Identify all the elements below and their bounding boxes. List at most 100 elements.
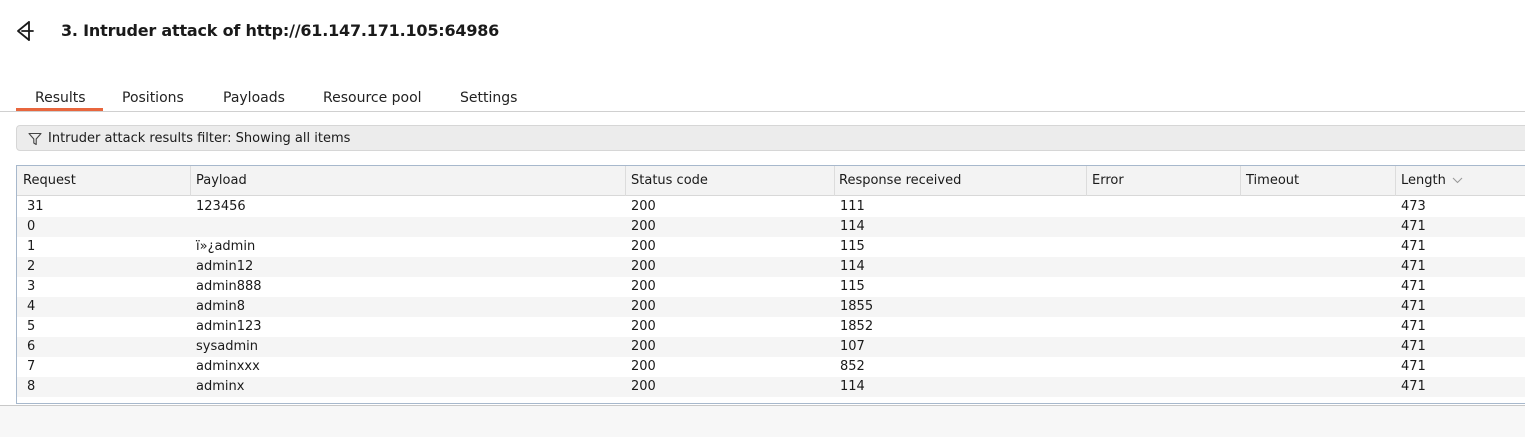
cell-response-received: 107 — [840, 339, 865, 354]
tab-results[interactable]: Results — [35, 90, 86, 106]
column-header-length[interactable]: Length — [1396, 166, 1525, 196]
sort-descending-icon — [1452, 177, 1463, 184]
tab-settings[interactable]: Settings — [460, 90, 517, 106]
cell-length: 471 — [1401, 279, 1426, 294]
table-row[interactable]: 6 sysadmin 200 107 471 — [17, 337, 1525, 357]
cell-length: 471 — [1401, 339, 1426, 354]
cell-status-code: 200 — [631, 259, 656, 274]
column-label: Request — [23, 173, 76, 188]
tab-resource-pool[interactable]: Resource pool — [323, 90, 422, 106]
cell-status-code: 200 — [631, 199, 656, 214]
cell-error — [1082, 217, 1236, 237]
cell-timeout — [1236, 217, 1391, 237]
cell-payload: adminxxx — [196, 359, 260, 374]
column-label: Length — [1401, 173, 1446, 188]
cell-error — [1082, 277, 1236, 297]
cell-payload: sysadmin — [196, 339, 258, 354]
page-title: 3. Intruder attack of http://61.147.171.… — [61, 21, 500, 40]
cell-request: 3 — [27, 279, 36, 294]
cell-timeout — [1236, 337, 1391, 357]
cell-timeout — [1236, 237, 1391, 257]
column-label: Payload — [196, 173, 247, 188]
table-row[interactable]: 4 admin8 200 1855 471 — [17, 297, 1525, 317]
cell-length: 473 — [1401, 199, 1426, 214]
bottom-panel — [0, 406, 1525, 437]
cell-response-received: 852 — [840, 359, 865, 374]
cell-timeout — [1236, 357, 1391, 377]
table-row[interactable]: 5 admin123 200 1852 471 — [17, 317, 1525, 337]
cell-request: 5 — [27, 319, 36, 334]
cell-payload: 123456 — [196, 199, 246, 214]
table-row[interactable]: 8 adminx 200 114 471 — [17, 377, 1525, 397]
column-header-payload[interactable]: Payload — [191, 166, 626, 196]
cell-payload: adminx — [196, 379, 245, 394]
cell-error — [1082, 337, 1236, 357]
cell-payload — [186, 217, 621, 237]
table-row[interactable]: 31 123456 200 111 473 — [17, 197, 1525, 217]
cell-response-received: 111 — [840, 199, 865, 214]
cell-status-code: 200 — [631, 219, 656, 234]
cell-status-code: 200 — [631, 299, 656, 314]
cell-request: 31 — [27, 199, 44, 214]
cell-timeout — [1236, 197, 1391, 217]
column-header-error[interactable]: Error — [1087, 166, 1241, 196]
table-row[interactable]: 7 adminxxx 200 852 471 — [17, 357, 1525, 377]
column-header-status-code[interactable]: Status code — [626, 166, 835, 196]
table-row[interactable]: 3 admin888 200 115 471 — [17, 277, 1525, 297]
column-label: Response received — [839, 173, 962, 188]
cell-response-received: 114 — [840, 379, 865, 394]
tab-bar: Results Positions Payloads Resource pool… — [0, 84, 1525, 112]
cell-response-received: 1855 — [840, 299, 874, 314]
filter-icon — [28, 131, 42, 146]
cell-payload: admin888 — [196, 279, 262, 294]
column-header-timeout[interactable]: Timeout — [1241, 166, 1396, 196]
cell-length: 471 — [1401, 379, 1426, 394]
results-table: Request Payload Status code Response rec… — [16, 165, 1525, 404]
table-row[interactable]: 1 ï»¿admin 200 115 471 — [17, 237, 1525, 257]
cell-error — [1082, 357, 1236, 377]
column-label: Timeout — [1246, 173, 1300, 188]
cell-timeout — [1236, 277, 1391, 297]
column-label: Status code — [631, 173, 708, 188]
table-row[interactable]: 2 admin12 200 114 471 — [17, 257, 1525, 277]
column-header-request[interactable]: Request — [17, 166, 191, 196]
cell-payload: ï»¿admin — [196, 239, 256, 254]
tab-payloads[interactable]: Payloads — [223, 90, 285, 106]
table-row[interactable]: 0 200 114 471 — [17, 217, 1525, 237]
cell-error — [1082, 297, 1236, 317]
cell-request: 4 — [27, 299, 36, 314]
cell-request: 6 — [27, 339, 36, 354]
cell-status-code: 200 — [631, 359, 656, 374]
tab-positions[interactable]: Positions — [122, 90, 184, 106]
cell-response-received: 1852 — [840, 319, 874, 334]
back-arrow-icon[interactable] — [14, 19, 38, 43]
cell-payload: admin123 — [196, 319, 262, 334]
cell-status-code: 200 — [631, 279, 656, 294]
column-header-response-received[interactable]: Response received — [835, 166, 1087, 196]
cell-status-code: 200 — [631, 319, 656, 334]
cell-error — [1082, 237, 1236, 257]
cell-request: 0 — [27, 219, 36, 234]
cell-length: 471 — [1401, 259, 1426, 274]
cell-timeout — [1236, 297, 1391, 317]
cell-request: 1 — [27, 239, 36, 254]
cell-length: 471 — [1401, 219, 1426, 234]
cell-response-received: 115 — [840, 239, 865, 254]
results-filter-bar[interactable]: Intruder attack results filter: Showing … — [16, 125, 1525, 151]
cell-request: 8 — [27, 379, 36, 394]
cell-status-code: 200 — [631, 239, 656, 254]
cell-request: 7 — [27, 359, 36, 374]
cell-error — [1082, 377, 1236, 397]
cell-error — [1082, 257, 1236, 277]
attack-header: 3. Intruder attack of http://61.147.171.… — [0, 0, 1525, 62]
filter-label: Intruder attack results filter: Showing … — [48, 131, 351, 146]
table-body: 31 123456 200 111 473 0 200 114 471 1 ï»¿admin 200 1… — [17, 197, 1525, 397]
cell-timeout — [1236, 317, 1391, 337]
cell-response-received: 115 — [840, 279, 865, 294]
cell-error — [1082, 317, 1236, 337]
cell-payload: admin12 — [196, 259, 254, 274]
cell-timeout — [1236, 377, 1391, 397]
cell-response-received: 114 — [840, 259, 865, 274]
cell-request: 2 — [27, 259, 36, 274]
table-header: Request Payload Status code Response rec… — [17, 166, 1525, 196]
